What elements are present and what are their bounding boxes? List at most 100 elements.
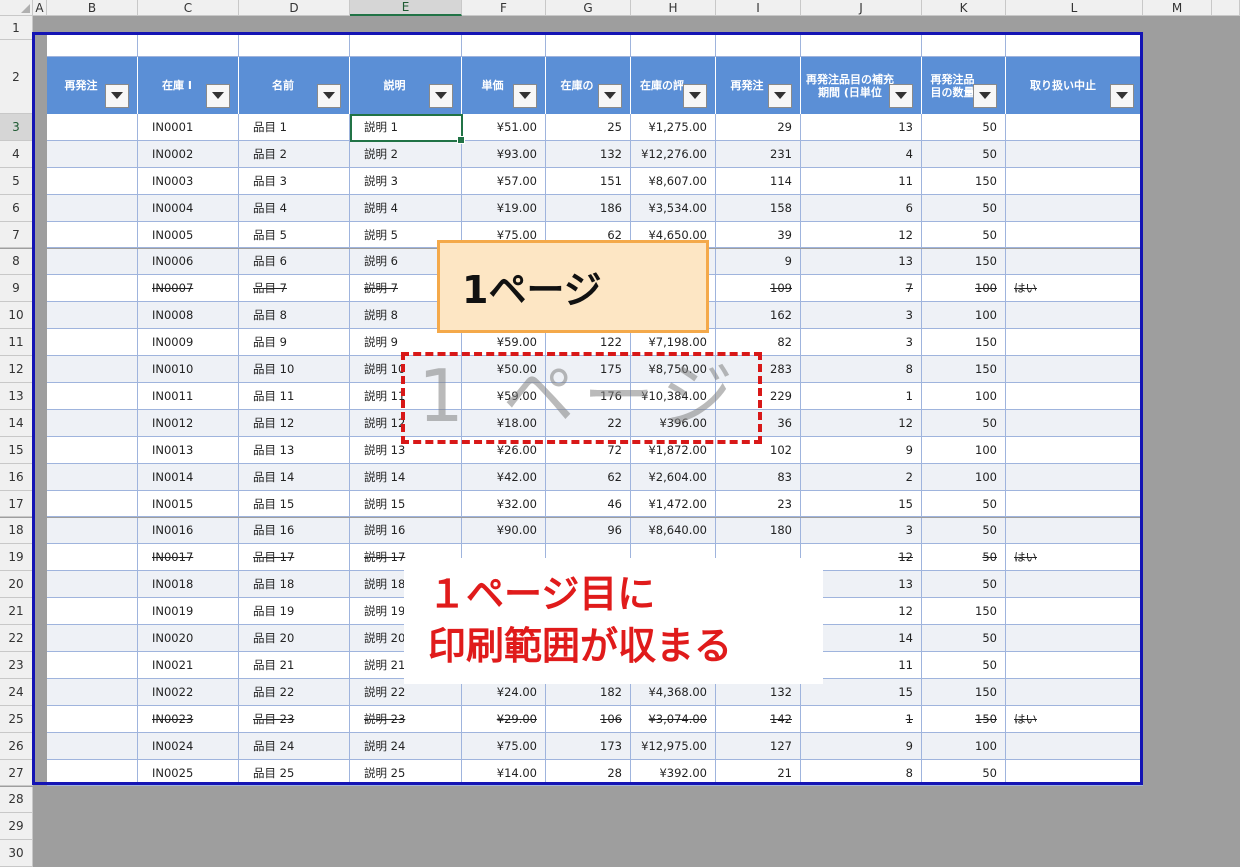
table-cell[interactable]: 28 [546,759,631,787]
table-cell[interactable] [1006,329,1143,357]
table-cell[interactable] [1006,383,1143,410]
column-header-f[interactable]: F [462,0,546,16]
row-header-16[interactable]: 16 [0,463,33,491]
table-cell[interactable]: IN0018 [138,571,239,599]
table-cell[interactable]: 132 [546,140,631,168]
table-cell[interactable] [47,625,138,652]
cell-row1[interactable] [801,35,922,57]
table-cell[interactable]: 品目 10 [239,356,350,383]
table-cell[interactable]: 品目 1 [239,114,350,141]
table-cell[interactable]: ¥2,604.00 [631,463,716,491]
table-cell[interactable]: 8 [801,356,922,383]
table-cell[interactable]: ¥1,275.00 [631,114,716,141]
table-cell[interactable]: 150 [922,248,1006,276]
table-cell[interactable]: 説明 15 [350,490,462,518]
table-cell[interactable]: 説明 25 [350,759,462,787]
table-cell[interactable] [47,409,138,437]
row-header-17[interactable]: 17 [0,490,33,518]
table-cell[interactable] [47,221,138,249]
table-cell[interactable]: 3 [801,517,922,545]
table-cell[interactable] [1006,356,1143,383]
table-cell[interactable]: 50 [922,544,1006,572]
column-header-d[interactable]: D [239,0,350,16]
filter-dropdown-button[interactable] [429,83,453,108]
row-header-27[interactable]: 27 [0,759,33,787]
table-cell[interactable]: 162 [716,302,801,330]
table-cell[interactable]: 12 [801,409,922,437]
table-cell[interactable]: IN0005 [138,221,239,249]
table-cell[interactable]: 23 [716,490,801,518]
table-cell[interactable]: 品目 2 [239,140,350,168]
table-cell[interactable]: ¥8,640.00 [631,517,716,545]
table-cell[interactable] [1006,732,1143,760]
table-cell[interactable] [47,732,138,760]
table-cell[interactable]: 100 [922,732,1006,760]
table-cell[interactable] [1006,221,1143,249]
table-cell[interactable]: IN0019 [138,598,239,626]
table-cell[interactable]: ¥12,276.00 [631,140,716,168]
table-cell[interactable]: 説明 3 [350,167,462,195]
filter-dropdown-button[interactable] [598,83,622,108]
row-header-8[interactable]: 8 [0,248,33,276]
table-cell[interactable]: 114 [716,167,801,195]
table-cell[interactable]: 100 [922,302,1006,330]
table-cell[interactable]: ¥8,607.00 [631,167,716,195]
table-cell[interactable]: 150 [922,167,1006,195]
column-header-a[interactable]: A [33,0,47,16]
table-cell[interactable] [47,167,138,195]
row-header-6[interactable]: 6 [0,194,33,222]
table-cell[interactable]: 109 [716,275,801,303]
table-cell[interactable] [47,571,138,599]
cell-row1[interactable] [716,35,801,57]
table-cell[interactable]: 4 [801,140,922,168]
table-cell[interactable]: ¥19.00 [462,194,546,222]
row-header-14[interactable]: 14 [0,409,33,437]
table-cell[interactable] [47,652,138,679]
table-cell[interactable]: IN0010 [138,356,239,383]
row-header-7[interactable]: 7 [0,221,33,249]
table-cell[interactable] [1006,436,1143,464]
table-cell[interactable]: ¥90.00 [462,517,546,545]
filter-dropdown-button[interactable] [317,83,341,108]
table-cell[interactable]: 品目 13 [239,436,350,464]
table-cell[interactable]: 品目 22 [239,678,350,706]
table-cell[interactable]: 12 [801,221,922,249]
table-cell[interactable]: 231 [716,140,801,168]
table-cell[interactable] [1006,302,1143,330]
table-cell[interactable]: ¥14.00 [462,759,546,787]
table-cell[interactable]: 15 [801,490,922,518]
row-header-19[interactable]: 19 [0,544,33,572]
cell-row1[interactable] [462,35,546,57]
table-cell[interactable]: 品目 14 [239,463,350,491]
table-cell[interactable]: 150 [922,678,1006,706]
table-cell[interactable]: 説明 23 [350,705,462,733]
row-header-15[interactable]: 15 [0,436,33,464]
row-header-13[interactable]: 13 [0,383,33,410]
table-cell[interactable]: 13 [801,114,922,141]
column-header-e[interactable]: E [350,0,462,16]
table-cell[interactable]: 品目 12 [239,409,350,437]
filter-dropdown-button[interactable] [1110,83,1134,108]
cell-row1[interactable] [47,35,138,57]
table-cell[interactable]: 品目 24 [239,732,350,760]
table-cell[interactable]: 50 [922,517,1006,545]
row-header-30[interactable]: 30 [0,840,33,867]
filter-dropdown-button[interactable] [768,83,792,108]
table-cell[interactable]: IN0023 [138,705,239,733]
table-cell[interactable] [1006,759,1143,787]
table-cell[interactable]: 9 [801,436,922,464]
table-cell[interactable]: 説明 24 [350,732,462,760]
table-cell[interactable]: 品目 3 [239,167,350,195]
table-cell[interactable]: 96 [546,517,631,545]
table-cell[interactable] [47,463,138,491]
table-cell[interactable]: 50 [922,652,1006,679]
table-cell[interactable]: 100 [922,463,1006,491]
table-cell[interactable] [47,759,138,787]
table-cell[interactable]: ¥12,975.00 [631,732,716,760]
row-header-5[interactable]: 5 [0,167,33,195]
table-cell[interactable]: IN0003 [138,167,239,195]
table-cell[interactable] [47,248,138,276]
table-cell[interactable]: ¥29.00 [462,705,546,733]
table-cell[interactable]: 25 [546,114,631,141]
table-cell[interactable]: 説明 4 [350,194,462,222]
